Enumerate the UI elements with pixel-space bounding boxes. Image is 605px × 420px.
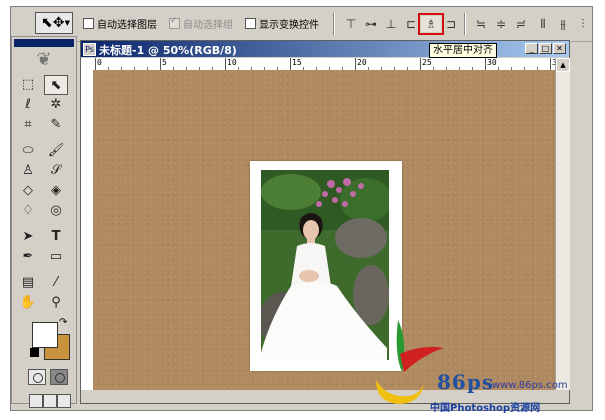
document-window: Ps 未标题-1 @ 50%(RGB/8) _ □ ✕ 0 5 10 15 20 25 30… bbox=[80, 40, 570, 404]
slice-tool-icon[interactable]: ✎ bbox=[44, 115, 68, 135]
document-icon: Ps bbox=[83, 43, 96, 56]
canvas[interactable] bbox=[93, 70, 555, 390]
auto-select-group-checkbox bbox=[169, 16, 180, 29]
ruler-label: 30 bbox=[487, 58, 497, 67]
ruler-major-tick bbox=[550, 58, 551, 70]
tool-preset-picker[interactable]: ⬉✥ ▼ bbox=[35, 12, 73, 34]
auto-select-layer-option[interactable]: 自动选择图层 bbox=[83, 16, 157, 31]
maximize-button[interactable]: □ bbox=[539, 43, 552, 54]
notes-tool-icon[interactable]: ▤ bbox=[16, 273, 40, 293]
distribute-horizontal-center-icon[interactable]: ⫵ bbox=[553, 16, 573, 32]
feather-logo-icon[interactable]: ❦ bbox=[16, 49, 72, 71]
blur-tool-icon[interactable]: ♢ bbox=[16, 201, 40, 221]
distribute-right-icon[interactable]: ⫶ bbox=[573, 16, 592, 32]
eyedropper-tool-icon[interactable]: ⁄ bbox=[44, 273, 68, 293]
distribute-left-icon[interactable]: ⫴ bbox=[533, 16, 553, 32]
document-title: 未标题-1 @ 50%(RGB/8) bbox=[99, 44, 237, 57]
path-selection-tool-icon[interactable]: ➤ bbox=[16, 227, 40, 247]
ruler-label: 20 bbox=[357, 58, 367, 67]
auto-select-group-option: 自动选择组 bbox=[169, 16, 233, 31]
dodge-tool-icon[interactable]: ◎ bbox=[44, 201, 68, 221]
auto-select-layer-label: 自动选择图层 bbox=[97, 20, 157, 31]
paint-bucket-tool-icon[interactable]: ◈ bbox=[44, 181, 68, 201]
align-horizontal-center-icon[interactable]: ♗ bbox=[418, 13, 444, 35]
foreground-color-swatch[interactable] bbox=[32, 322, 58, 348]
options-bar: ⬉✥ ▼ 自动选择图层 自动选择组 显示变换控件 ⊤ ⊶ ⊥ ⊏ ♗ ⊐ ≒ ≑… bbox=[11, 7, 592, 42]
ruler-major-tick bbox=[160, 58, 161, 70]
move-tool-icon[interactable]: ⬉ bbox=[44, 75, 68, 95]
ruler-label: 25 bbox=[422, 58, 432, 67]
ruler-label: 10 bbox=[227, 58, 237, 67]
toolbar-divider bbox=[333, 13, 335, 35]
ruler-label: 5 bbox=[162, 58, 167, 67]
brush-tool-icon[interactable]: 🖌 bbox=[44, 141, 68, 161]
type-tool-icon[interactable]: T bbox=[44, 227, 68, 247]
magic-wand-tool-icon[interactable]: ✲ bbox=[44, 95, 68, 115]
watermark-url: www.86ps.com bbox=[492, 380, 568, 391]
hand-tool-icon[interactable]: ✋ bbox=[16, 293, 40, 313]
scroll-up-icon[interactable]: ▲ bbox=[556, 58, 570, 72]
screen-mode-standard-icon[interactable] bbox=[29, 394, 43, 408]
tooltip: 水平居中对齐 bbox=[429, 43, 497, 58]
history-brush-tool-icon[interactable]: 𝒮 bbox=[44, 161, 68, 181]
distribute-top-icon[interactable]: ≒ bbox=[471, 16, 491, 32]
align-right-icon[interactable]: ⊐ bbox=[441, 16, 461, 32]
toolbox: ❦ ⬚ ⬉ ℓ ✲ ⌗ ✎ ⬭ 🖌 ♙ 𝒮 ◇ ◈ ♢ ◎ ➤ T ✒ ▭ ▤ … bbox=[11, 36, 77, 408]
clone-stamp-tool-icon[interactable]: ♙ bbox=[16, 161, 40, 181]
ruler-label: 0 bbox=[97, 58, 102, 67]
swap-colors-icon[interactable]: ↷ bbox=[59, 317, 67, 328]
ruler-major-tick bbox=[95, 58, 96, 70]
close-button[interactable]: ✕ bbox=[553, 43, 566, 54]
healing-brush-tool-icon[interactable]: ⬭ bbox=[16, 141, 40, 161]
chevron-down-icon: ▼ bbox=[64, 19, 70, 27]
move-tool-icon: ⬉✥ bbox=[41, 15, 65, 31]
watermark-caption: 中国Photoshop资源网 bbox=[430, 403, 541, 414]
show-transform-checkbox[interactable] bbox=[245, 18, 256, 29]
vertical-scrollbar[interactable]: ▲ bbox=[555, 58, 570, 390]
minimize-button[interactable]: _ bbox=[525, 43, 538, 54]
show-transform-label: 显示变换控件 bbox=[259, 20, 319, 31]
pen-tool-icon[interactable]: ✒ bbox=[16, 247, 40, 267]
show-transform-option[interactable]: 显示变换控件 bbox=[245, 16, 319, 31]
lasso-tool-icon[interactable]: ℓ bbox=[16, 95, 40, 115]
align-top-icon[interactable]: ⊤ bbox=[341, 16, 361, 32]
eraser-tool-icon[interactable]: ◇ bbox=[16, 181, 40, 201]
standard-mode-button[interactable] bbox=[28, 369, 46, 385]
auto-select-layer-checkbox[interactable] bbox=[83, 18, 94, 29]
quick-mask-mode-button[interactable] bbox=[50, 369, 68, 385]
crop-tool-icon[interactable]: ⌗ bbox=[16, 115, 40, 135]
align-bottom-icon[interactable]: ⊥ bbox=[381, 16, 401, 32]
default-colors-icon[interactable] bbox=[30, 348, 39, 357]
watermark-brand: 86ps bbox=[437, 370, 495, 394]
rectangle-tool-icon[interactable]: ▭ bbox=[44, 247, 68, 267]
distribute-bottom-icon[interactable]: ≓ bbox=[511, 16, 531, 32]
align-vertical-center-icon[interactable]: ⊶ bbox=[361, 16, 381, 32]
marquee-tool-icon[interactable]: ⬚ bbox=[16, 75, 40, 95]
ruler-major-tick bbox=[225, 58, 226, 70]
distribute-vertical-center-icon[interactable]: ≑ bbox=[491, 16, 511, 32]
auto-select-group-label: 自动选择组 bbox=[183, 20, 233, 31]
ruler-label: 15 bbox=[292, 58, 302, 67]
ruler-major-tick bbox=[290, 58, 291, 70]
align-left-icon[interactable]: ⊏ bbox=[401, 16, 421, 32]
screen-mode-menu-icon[interactable] bbox=[43, 394, 57, 408]
zoom-tool-icon[interactable]: ⚲ bbox=[44, 293, 68, 313]
ruler-major-tick bbox=[485, 58, 486, 70]
ruler-major-tick bbox=[355, 58, 356, 70]
toolbar-divider bbox=[464, 13, 466, 35]
watermark-logo-icon bbox=[376, 320, 444, 404]
ruler-major-tick bbox=[420, 58, 421, 70]
toolbox-title-bar[interactable] bbox=[14, 39, 74, 47]
screen-mode-full-icon[interactable] bbox=[57, 394, 71, 408]
